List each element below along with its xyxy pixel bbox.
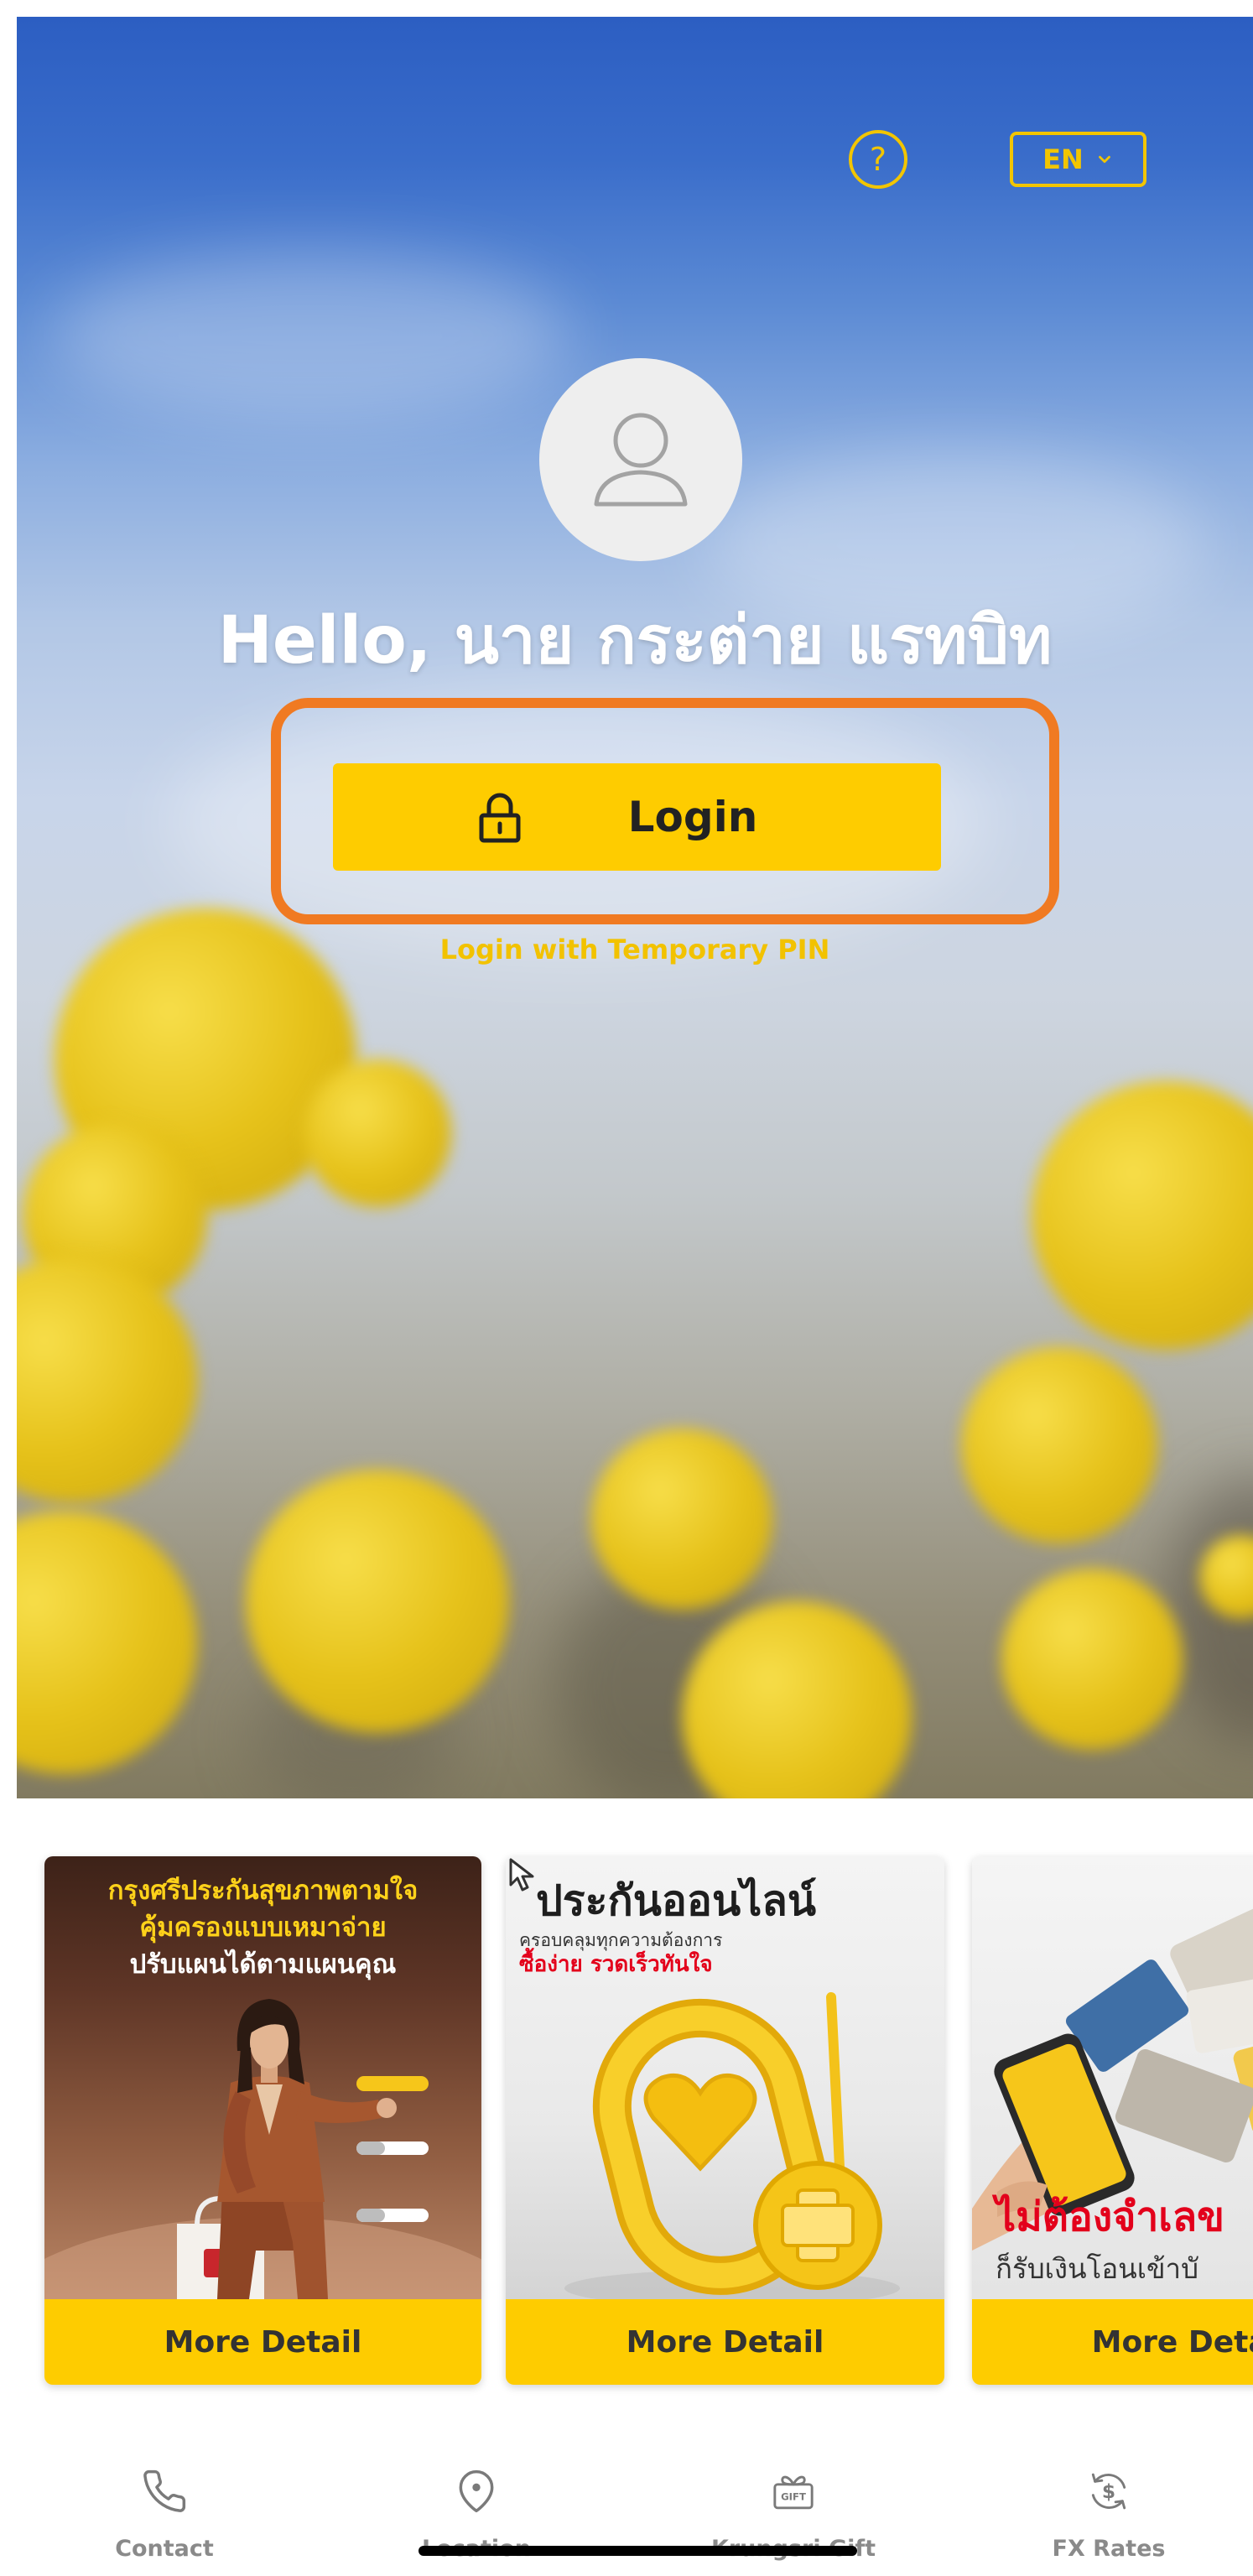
promo-headline: ไม่ต้องจำเลข: [996, 2194, 1224, 2240]
sky-cloud: [50, 252, 570, 419]
pin-stem: [826, 1992, 845, 2172]
yellow-balloon: [17, 1257, 197, 1503]
avatar: [539, 358, 742, 561]
language-selector[interactable]: EN: [1010, 132, 1146, 187]
promo-headline-line-2: คุ้มครองแบบเหมาจ่าย: [139, 1912, 387, 1943]
promo-subtitle: ครอบคลุมทุกความต้องการ: [519, 1930, 723, 1950]
question-circle-icon: ?: [869, 141, 887, 178]
promo-card-health-insurance[interactable]: กรุงศรีประกันสุขภาพตามใจ คุ้มครองแบบเหมา…: [44, 1856, 481, 2385]
more-detail-button[interactable]: More Detail: [972, 2299, 1253, 2385]
nav-label-fx-rates: FX Rates: [1052, 2536, 1166, 2562]
phone-icon: [143, 2469, 186, 2512]
greeting-text: Hello, นาย กระต่าย แรทบิท: [217, 603, 1053, 679]
gift-icon: GIFT: [773, 2475, 814, 2510]
yellow-balloon: [304, 1059, 451, 1207]
plus-badge-icon: [753, 2161, 882, 2290]
heart-icon: [643, 2073, 757, 2172]
temporary-pin-link[interactable]: Login with Temporary PIN: [17, 931, 1253, 968]
promo-card-online-insurance[interactable]: ประกันออนไลน์ ครอบคลุมทุกความต้องการ ซื้…: [506, 1856, 944, 2385]
yellow-balloon: [1001, 1569, 1183, 1750]
promo-tagline: ซื้อง่าย รวดเร็วทันใจ: [519, 1952, 713, 1977]
nav-item-fx-rates[interactable]: $ FX Rates: [1000, 2468, 1218, 2568]
currency-symbol: $: [1102, 2480, 1115, 2503]
promo-banner-image[interactable]: ประกันออนไลน์ ครอบคลุมทุกความต้องการ ซื้…: [506, 1856, 944, 2299]
yellow-balloon: [17, 1511, 197, 1774]
more-detail-button[interactable]: More Detail: [506, 2299, 944, 2385]
promo-banner-image[interactable]: ไม่ต้องจำเลข ก็รับเงินโอนเข้าบั: [972, 1856, 1253, 2299]
home-indicator[interactable]: [419, 2546, 857, 2556]
more-detail-button[interactable]: More Detail: [44, 2299, 481, 2385]
yellow-balloon: [591, 1429, 772, 1610]
yellow-balloon: [961, 1347, 1157, 1543]
currency-exchange-icon: $: [1091, 2473, 1126, 2510]
gift-icon-text: GIFT: [781, 2491, 806, 2503]
cursor-arrow-icon: [509, 1858, 534, 1892]
chevron-down-icon: [1098, 155, 1110, 164]
location-pin-icon: [459, 2469, 494, 2513]
promotion-carousel[interactable]: กรุงศรีประกันสุขภาพตามใจ คุ้มครองแบบเหมา…: [0, 1850, 1253, 2403]
promo-headline-line-3: ปรับแผนได้ตามแผนคุณ: [129, 1949, 397, 1980]
yellow-balloon: [1032, 1081, 1253, 1350]
yellow-balloon: [246, 1470, 509, 1733]
person-icon: [594, 413, 688, 507]
language-label: EN: [1042, 143, 1084, 175]
login-highlight-box: [271, 698, 1059, 924]
nav-label-contact: Contact: [115, 2536, 214, 2562]
promo-banner-image[interactable]: กรุงศรีประกันสุขภาพตามใจ คุ้มครองแบบเหมา…: [44, 1856, 481, 2299]
nav-item-contact[interactable]: Contact: [55, 2468, 273, 2568]
promo-title: ประกันออนไลน์: [536, 1876, 817, 1925]
help-button[interactable]: ?: [849, 130, 907, 189]
coverage-level-bars: [356, 2076, 429, 2222]
promo-headline-line-1: กรุงศรีประกันสุขภาพตามใจ: [107, 1876, 419, 1906]
promo-card-money-transfer[interactable]: ไม่ต้องจำเลข ก็รับเงินโอนเข้าบั More Det…: [972, 1856, 1253, 2385]
promo-subline: ก็รับเงินโอนเข้าบั: [996, 2252, 1199, 2285]
